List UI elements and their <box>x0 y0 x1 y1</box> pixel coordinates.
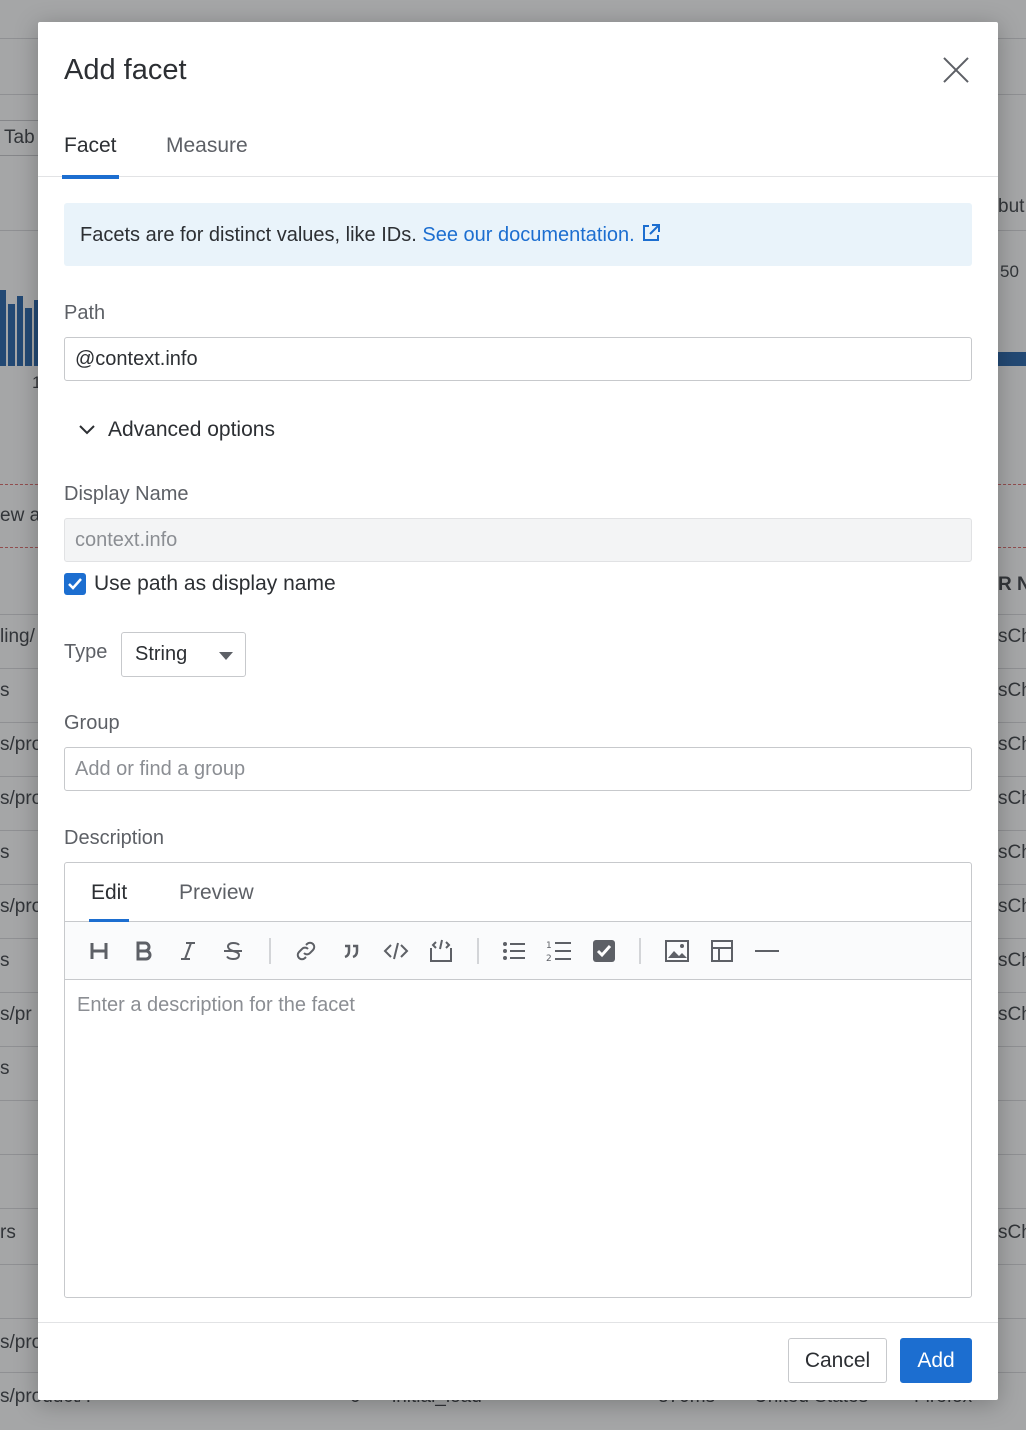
heading-icon[interactable] <box>86 938 112 964</box>
group-label: Group <box>64 712 120 734</box>
markdown-toolbar: 12 <box>65 922 971 980</box>
description-textarea[interactable] <box>65 980 971 1296</box>
display-name-input <box>64 518 972 562</box>
svg-text:1: 1 <box>546 941 552 951</box>
tab-edit[interactable]: Edit <box>88 881 130 923</box>
cancel-button[interactable]: Cancel <box>788 1338 887 1383</box>
modal-title: Add facet <box>64 54 187 86</box>
checklist-icon[interactable] <box>591 938 617 964</box>
group-input[interactable] <box>64 747 972 791</box>
tab-facet[interactable]: Facet <box>62 134 119 179</box>
advanced-options-toggle[interactable]: Advanced options <box>78 418 275 442</box>
modal-footer: Cancel Add <box>38 1322 998 1400</box>
svg-text:2: 2 <box>546 954 552 963</box>
documentation-link[interactable]: See our documentation. <box>422 224 660 246</box>
advanced-options-label: Advanced options <box>108 418 275 441</box>
use-path-label: Use path as display name <box>94 572 336 595</box>
strikethrough-icon[interactable] <box>220 938 246 964</box>
bullet-list-icon[interactable] <box>501 938 527 964</box>
caret-down-icon <box>219 652 233 660</box>
type-value: String <box>135 643 188 665</box>
use-path-checkbox-row[interactable]: Use path as display name <box>64 572 336 596</box>
description-tabs: Edit Preview <box>65 863 971 923</box>
add-button[interactable]: Add <box>900 1338 972 1383</box>
image-icon[interactable] <box>664 938 690 964</box>
link-icon[interactable] <box>293 938 319 964</box>
bold-icon[interactable] <box>131 938 157 964</box>
info-banner: Facets are for distinct values, like IDs… <box>64 203 972 266</box>
type-select[interactable]: String <box>121 632 246 677</box>
path-label: Path <box>64 302 106 324</box>
tab-preview[interactable]: Preview <box>179 881 254 905</box>
path-input[interactable] <box>64 337 972 381</box>
code-icon[interactable] <box>383 938 409 964</box>
display-name-label: Display Name <box>64 483 189 505</box>
numbered-list-icon[interactable]: 12 <box>546 938 572 964</box>
description-editor: Edit Preview 12 <box>64 862 972 1298</box>
facet-type-tabs: Facet Measure <box>38 130 998 179</box>
use-path-checkbox[interactable] <box>64 573 86 595</box>
info-text: Facets are for distinct values, like IDs… <box>80 224 417 246</box>
quote-icon[interactable] <box>338 938 364 964</box>
table-icon[interactable] <box>709 938 735 964</box>
chevron-down-icon <box>79 425 95 435</box>
description-label: Description <box>64 827 165 849</box>
close-icon[interactable] <box>942 56 970 84</box>
checkmark-icon <box>68 578 82 590</box>
type-label: Type <box>64 641 108 663</box>
tab-measure[interactable]: Measure <box>166 134 248 170</box>
external-link-icon <box>642 224 660 241</box>
code-block-icon[interactable] <box>428 938 454 964</box>
italic-icon[interactable] <box>175 938 201 964</box>
horizontal-rule-icon[interactable] <box>754 938 780 964</box>
add-facet-modal: Add facet Facet Measure Facets are for d… <box>38 22 998 1400</box>
